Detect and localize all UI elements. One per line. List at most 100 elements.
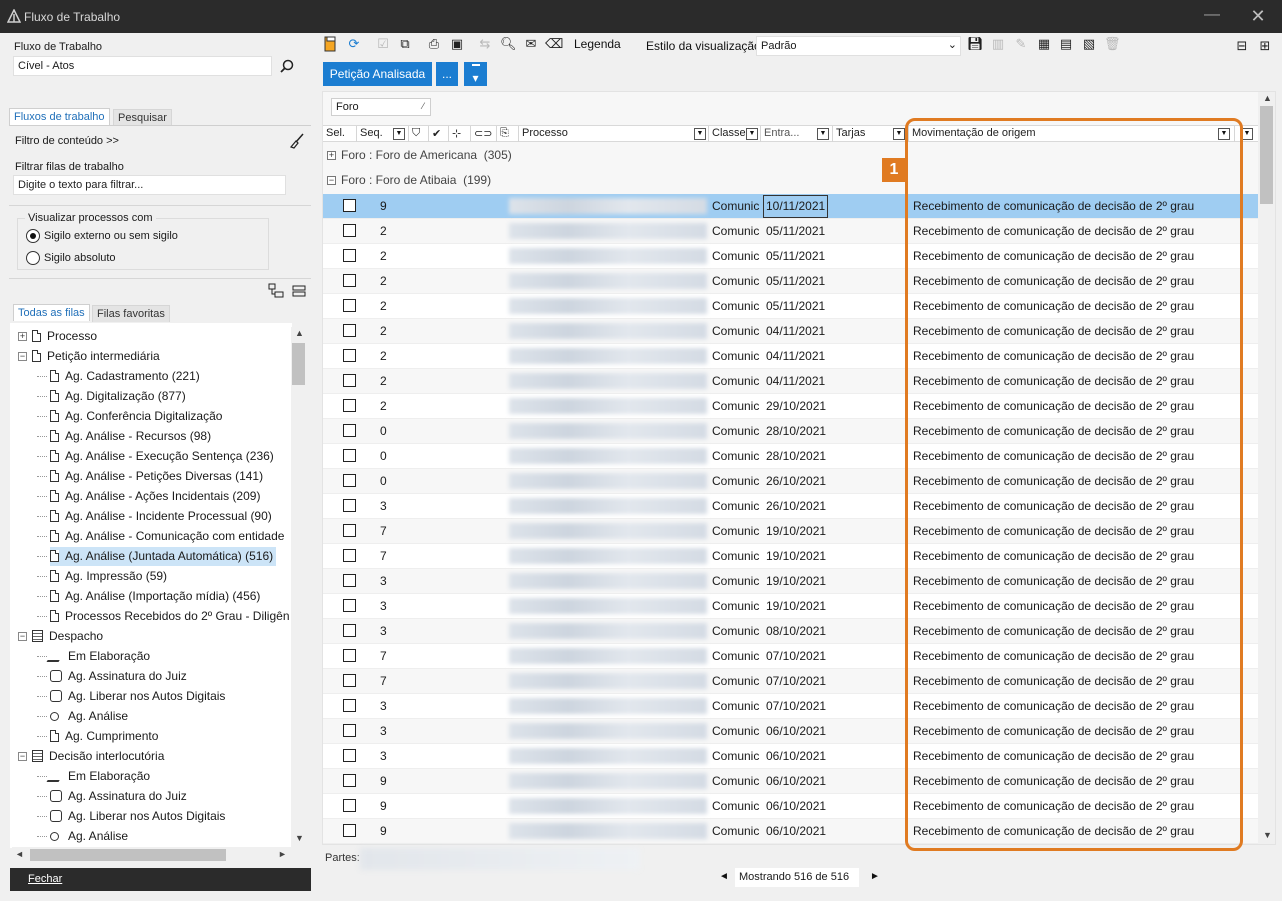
group-chip-foro[interactable]: Foro ⁄ <box>331 98 431 116</box>
tree-collapse-icon[interactable]: − <box>18 632 27 641</box>
table-row[interactable]: 2 Comunic 05/11/2021 Recebimento de comunic… <box>323 294 1259 319</box>
scroll-right-icon[interactable]: ► <box>278 849 287 859</box>
report-icon[interactable]: ▤ <box>1058 36 1074 52</box>
table-row[interactable]: 7 Comunic 07/10/2021 Recebimento de comunic… <box>323 644 1259 669</box>
tree-node[interactable]: − Despacho <box>18 627 103 646</box>
find-icon[interactable]: 🔍︎ <box>500 36 517 52</box>
tree-node[interactable]: − Decisão interlocutória <box>18 747 164 766</box>
tree-node[interactable]: Ag. Liberar nos Autos Digitais <box>37 807 225 826</box>
table-row[interactable]: 3 Comunic 08/10/2021 Recebimento de comunic… <box>323 619 1259 644</box>
group-row-atibaia[interactable]: − Foro : Foro de Atibaia (199) <box>323 168 1259 193</box>
collapse-all-icon[interactable] <box>292 284 306 298</box>
table-row[interactable]: 2 Comunic 04/11/2021 Recebimento de comunic… <box>323 344 1259 369</box>
row-checkbox[interactable] <box>343 324 356 337</box>
col-link-icon[interactable]: ⊂⊃ <box>471 126 497 142</box>
table-row[interactable]: 9 Comunic 06/10/2021 Recebimento de comunic… <box>323 819 1259 844</box>
tree-node[interactable]: Em Elaboração <box>37 767 150 786</box>
tree-node[interactable]: Ag. Análise - Incidente Processual (90) <box>37 507 272 526</box>
table-row[interactable]: 9 Comunic 06/10/2021 Recebimento de comunic… <box>323 794 1259 819</box>
print-icon[interactable]: ⎙ <box>426 36 442 52</box>
grid-scroll-up-icon[interactable]: ▲ <box>1263 93 1272 103</box>
tree-hscroll-thumb[interactable] <box>30 849 226 861</box>
row-checkbox[interactable] <box>343 699 356 712</box>
row-checkbox[interactable] <box>343 674 356 687</box>
col-check-icon[interactable]: ✔ <box>429 126 449 142</box>
expand-groups-icon[interactable]: ⊟ <box>1234 38 1250 54</box>
tree-node[interactable]: Ag. Liberar nos Autos Digitais <box>37 687 225 706</box>
refresh-icon[interactable]: ⟳ <box>346 36 362 52</box>
filter-tarjas-icon[interactable]: ▼ <box>893 128 905 140</box>
tab-filas-favoritas[interactable]: Filas favoritas <box>92 305 170 322</box>
tab-pesquisar[interactable]: Pesquisar <box>113 109 172 126</box>
minimize-button[interactable]: — <box>1200 4 1224 28</box>
tree-node[interactable]: Ag. Análise - Ações Incidentais (209) <box>37 487 260 506</box>
table-row[interactable]: 7 Comunic 19/10/2021 Recebimento de comunic… <box>323 519 1259 544</box>
search-icon[interactable] <box>280 59 294 73</box>
row-checkbox[interactable] <box>343 299 356 312</box>
actions-dropdown-button[interactable]: ▾ <box>464 62 487 86</box>
row-checkbox[interactable] <box>343 424 356 437</box>
tree-node[interactable]: − Petição intermediária <box>18 347 160 366</box>
table-row[interactable]: 7 Comunic 19/10/2021 Recebimento de comunic… <box>323 544 1259 569</box>
table-row[interactable]: 2 Comunic 04/11/2021 Recebimento de comunic… <box>323 319 1259 344</box>
table-row[interactable]: 2 Comunic 05/11/2021 Recebimento de comunic… <box>323 244 1259 269</box>
close-window-button[interactable]: ✕ <box>1246 4 1270 28</box>
col-org-icon[interactable]: ⊹ <box>449 126 471 142</box>
tree-node[interactable]: Ag. Cumprimento <box>37 727 158 746</box>
row-checkbox[interactable] <box>343 449 356 462</box>
tree-node[interactable]: Ag. Análise <box>37 827 128 846</box>
group-collapse-icon[interactable]: − <box>327 176 336 185</box>
scroll-down-icon[interactable]: ▼ <box>295 833 304 843</box>
tree-vertical-scrollbar[interactable]: ▲ ▼ <box>291 327 306 847</box>
group-expand-icon[interactable]: + <box>327 151 336 160</box>
tree-collapse-icon[interactable]: − <box>18 352 27 361</box>
row-checkbox[interactable] <box>343 599 356 612</box>
expand-all-icon[interactable] <box>268 283 284 299</box>
row-checkbox[interactable] <box>343 749 356 762</box>
row-checkbox[interactable] <box>343 774 356 787</box>
filter-queues-input[interactable]: Digite o texto para filtrar... <box>13 175 286 195</box>
new-document-icon[interactable] <box>323 36 339 52</box>
row-checkbox[interactable] <box>343 199 356 212</box>
radio-sigilo-absoluto[interactable] <box>26 251 40 265</box>
col-movimentacao[interactable]: Movimentação de origem <box>909 126 1235 142</box>
more-actions-button[interactable]: ... <box>436 62 458 86</box>
filter-processo-icon[interactable]: ▼ <box>694 128 706 140</box>
content-filter-toggle[interactable]: Filtro de conteúdo >> <box>15 135 119 147</box>
save-view-icon[interactable]: 💾︎ <box>967 36 984 52</box>
peticao-analisada-button[interactable]: Petição Analisada <box>323 62 432 86</box>
table-row[interactable]: 0 Comunic 26/10/2021 Recebimento de comunic… <box>323 469 1259 494</box>
col-sel[interactable]: Sel. <box>323 126 357 142</box>
tree-node[interactable]: Ag. Análise - Recursos (98) <box>37 427 211 446</box>
copy-icon[interactable]: ⧉ <box>397 36 413 52</box>
next-page-icon[interactable]: ► <box>870 871 880 882</box>
comment-icon[interactable]: ✉ <box>523 36 539 52</box>
tree-node[interactable]: Ag. Análise - Execução Sentença (236) <box>37 447 274 466</box>
export-excel-icon[interactable]: ▦ <box>1036 36 1052 52</box>
tree-scroll-thumb[interactable] <box>292 343 305 385</box>
grid-vertical-scrollbar[interactable]: ▲ ▼ <box>1258 92 1275 844</box>
col-bookmark-icon[interactable]: ⛉ <box>409 126 429 142</box>
row-checkbox[interactable] <box>343 649 356 662</box>
group-row-americana[interactable]: + Foro : Foro de Americana (305) <box>323 143 1259 168</box>
tree-node[interactable]: Ag. Impressão (59) <box>37 567 167 586</box>
broom-icon[interactable] <box>289 133 305 149</box>
table-row[interactable]: 9 Comunic 06/10/2021 Recebimento de comunic… <box>323 769 1259 794</box>
table-row[interactable]: 2 Comunic 04/11/2021 Recebimento de comunic… <box>323 369 1259 394</box>
clear-filter-icon[interactable]: ⌫ <box>545 36 563 52</box>
row-checkbox[interactable] <box>343 399 356 412</box>
tab-fluxos[interactable]: Fluxos de trabalho <box>9 108 110 125</box>
filter-classe-icon[interactable]: ▼ <box>746 128 758 140</box>
table-row[interactable]: 3 Comunic 06/10/2021 Recebimento de comunic… <box>323 744 1259 769</box>
row-checkbox[interactable] <box>343 474 356 487</box>
tree-node[interactable]: Ag. Assinatura do Juiz <box>37 667 187 686</box>
table-row[interactable]: 7 Comunic 07/10/2021 Recebimento de comunic… <box>323 669 1259 694</box>
filter-movimentacao-icon[interactable]: ▼ <box>1218 128 1230 140</box>
tree-node[interactable]: Ag. Análise (Importação mídia) (456) <box>37 587 260 606</box>
table-row[interactable]: 2 Comunic 29/10/2021 Recebimento de comunic… <box>323 394 1259 419</box>
tree-node[interactable]: + Processo <box>18 327 97 346</box>
table-row[interactable]: 3 Comunic 19/10/2021 Recebimento de comunic… <box>323 569 1259 594</box>
tree-node[interactable]: Ag. Conferência Digitalização <box>37 407 222 426</box>
col-processo[interactable]: Processo <box>519 126 709 142</box>
col-doc-icon[interactable]: ⎘ <box>497 126 519 142</box>
